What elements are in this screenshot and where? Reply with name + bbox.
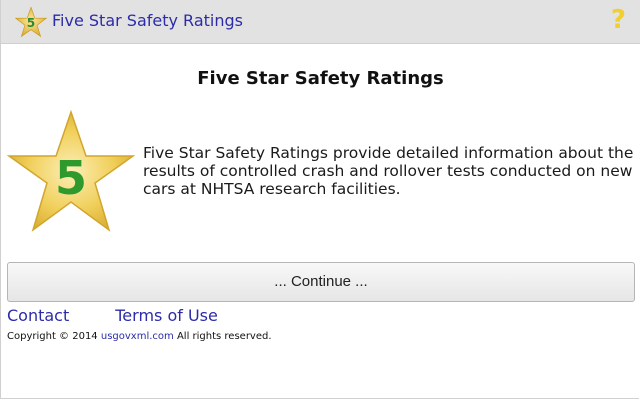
usgovxml-link[interactable]: usgovxml.com	[101, 331, 174, 342]
header-bar: 5 Five Star Safety Ratings ?	[1, 0, 640, 44]
continue-button[interactable]: ... Continue ...	[7, 262, 635, 302]
copyright-prefix: Copyright © 2014	[7, 331, 98, 342]
star-logo-icon: 5	[15, 6, 47, 38]
five-star-icon: 5	[7, 110, 135, 232]
description-text: Five Star Safety Ratings provide detaile…	[143, 144, 634, 198]
star-number: 5	[55, 151, 87, 205]
page-title: Five Star Safety Ratings	[197, 68, 444, 89]
footer-links: Contact Terms of Use	[7, 306, 218, 325]
copyright-suffix: All rights reserved.	[176, 331, 272, 342]
help-icon[interactable]: ?	[611, 5, 626, 35]
copyright-text: Copyright © 2014 usgovxml.com All rights…	[7, 331, 272, 342]
contact-link[interactable]: Contact	[7, 306, 69, 325]
app-title: Five Star Safety Ratings	[52, 11, 243, 30]
terms-of-use-link[interactable]: Terms of Use	[115, 306, 218, 325]
logo-number: 5	[27, 16, 35, 30]
app-frame: 5 Five Star Safety Ratings ? Five Star S…	[0, 0, 640, 399]
